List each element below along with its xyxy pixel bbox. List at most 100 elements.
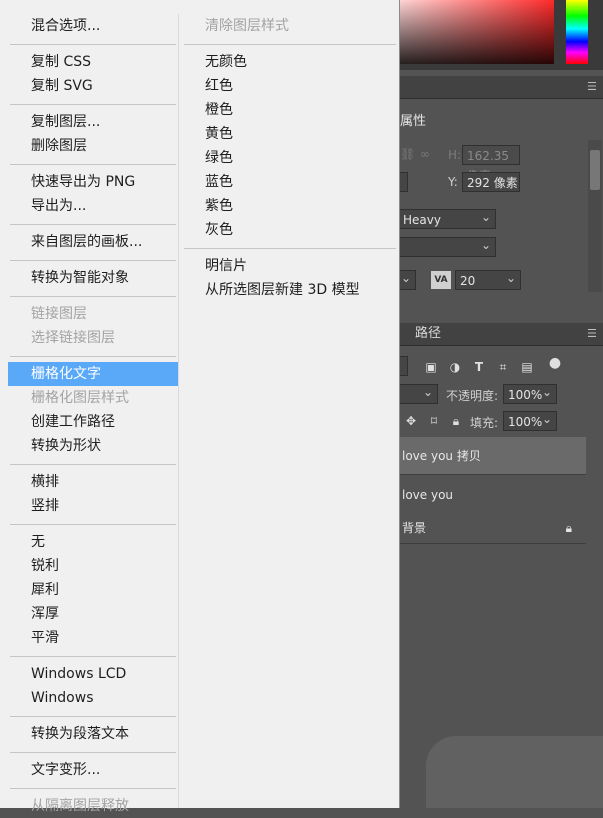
menu-item-convert-to-shape[interactable]: 转换为形状 — [31, 434, 101, 458]
filter-toggle-icon[interactable]: ● — [548, 356, 562, 370]
column-divider — [178, 14, 179, 808]
menu-item-delete-layer[interactable]: 删除图层 — [31, 134, 87, 158]
menu-item-antialias-sharp[interactable]: 锐利 — [31, 554, 59, 578]
opacity-label: 不透明度: — [446, 389, 499, 403]
menu-item-color-gray[interactable]: 灰色 — [205, 218, 233, 242]
menu-item-copy-css[interactable]: 复制 CSS — [31, 50, 91, 74]
lock-position-icon[interactable]: ✥ — [404, 414, 418, 428]
layer-lock-icon: 🔒︎ — [565, 521, 572, 535]
layer-row-selected[interactable]: love you 拷贝 — [400, 437, 586, 475]
menu-item-rasterize-layer-style: 栅格化图层样式 — [31, 390, 129, 406]
layer-context-menu: 混合选项... 复制 CSS 复制 SVG 复制图层... 删除图层 快速导出为… — [0, 0, 400, 814]
menu-item-release-from-isolation: 从隔离图层释放 — [31, 798, 129, 814]
adjustment-filter-icon[interactable]: ◑ — [448, 360, 462, 374]
menu-item-color-orange[interactable]: 橙色 — [205, 98, 233, 122]
menu-item-quick-export-png[interactable]: 快速导出为 PNG — [31, 170, 135, 194]
layer-name: love you 拷贝 — [402, 449, 481, 463]
menu-separator — [10, 752, 176, 753]
menu-item-copy-svg[interactable]: 复制 SVG — [31, 74, 93, 98]
menu-item-convert-paragraph-text[interactable]: 转换为段落文本 — [31, 722, 129, 746]
menu-item-antialias-strong[interactable]: 浑厚 — [31, 602, 59, 626]
link-dimensions-icon[interactable]: ⛓ — [400, 147, 415, 161]
kerning-value: 20 — [460, 274, 476, 288]
menu-item-warp-text[interactable]: 文字变形... — [31, 758, 100, 782]
image-filter-icon[interactable]: ▣ — [424, 360, 438, 374]
menu-item-export-as[interactable]: 导出为... — [31, 194, 86, 218]
tab-paths[interactable]: 路径 — [404, 323, 452, 345]
menu-separator — [10, 524, 176, 525]
menu-item-clear-layer-style: 清除图层样式 — [205, 18, 289, 34]
menu-item-link-layers: 链接图层 — [31, 306, 87, 322]
menu-item-horizontal[interactable]: 横排 — [31, 470, 59, 494]
menu-item-color-yellow[interactable]: 黄色 — [205, 122, 233, 146]
fill-field[interactable]: 100% — [503, 409, 557, 431]
height-label: H: — [448, 148, 462, 162]
font-size-select[interactable] — [398, 235, 496, 257]
menu-item-blending-options[interactable]: 混合选项... — [31, 14, 100, 38]
layer-name: love you — [402, 488, 454, 502]
lock-artboard-icon[interactable]: ⌑ — [427, 414, 441, 428]
menu-item-antialias-none[interactable]: 无 — [31, 530, 45, 554]
blend-mode-select[interactable] — [398, 382, 438, 404]
font-style-value: Heavy — [403, 213, 441, 227]
menu-separator — [10, 464, 176, 465]
menu-item-windows[interactable]: Windows — [31, 686, 94, 710]
menu-item-create-work-path[interactable]: 创建工作路径 — [31, 410, 115, 434]
smart-object-filter-icon[interactable]: ▤ — [520, 360, 534, 374]
menu-item-postcard[interactable]: 明信片 — [205, 254, 247, 278]
menu-separator — [10, 104, 176, 105]
y-label: Y: — [448, 175, 458, 189]
font-style-select[interactable]: Heavy — [398, 207, 496, 229]
menu-item-antialias-crisp[interactable]: 犀利 — [31, 578, 59, 602]
properties-title-label: 属性 — [400, 114, 427, 129]
properties-title: 属性 — [400, 110, 426, 129]
opacity-value: 100% — [508, 388, 543, 402]
menu-item-windows-lcd[interactable]: Windows LCD — [31, 662, 126, 686]
menu-separator — [10, 44, 176, 45]
opacity-field[interactable]: 100% — [503, 382, 557, 404]
menu-separator — [10, 656, 176, 657]
text-filter-icon[interactable]: T — [472, 360, 486, 374]
menu-separator — [10, 260, 176, 261]
properties-panel-header: ☰ — [400, 76, 603, 99]
menu-item-convert-smart-object[interactable]: 转换为智能对象 — [31, 266, 129, 290]
hue-slider[interactable] — [566, 0, 588, 64]
menu-item-color-none[interactable]: 无颜色 — [205, 50, 247, 74]
menu-item-color-red[interactable]: 红色 — [205, 74, 233, 98]
menu-item-select-linked-layers: 选择链接图层 — [31, 330, 115, 346]
menu-item-duplicate-layer[interactable]: 复制图层... — [31, 110, 100, 134]
menu-separator — [10, 296, 176, 297]
kerning-select[interactable]: 20 — [455, 268, 521, 290]
menu-item-color-violet[interactable]: 紫色 — [205, 194, 233, 218]
menu-separator — [10, 224, 176, 225]
menu-separator — [184, 44, 396, 45]
menu-item-color-green[interactable]: 绿色 — [205, 146, 233, 170]
menu-separator — [184, 248, 396, 249]
shape-filter-icon[interactable]: ⌗ — [496, 360, 510, 374]
leading-select[interactable] — [398, 268, 416, 290]
height-field[interactable]: 162.35 像素 — [462, 145, 520, 183]
menu-item-color-blue[interactable]: 蓝色 — [205, 170, 233, 194]
menu-separator — [10, 164, 176, 165]
menu-item-new-3d-model[interactable]: 从所选图层新建 3D 模型 — [205, 278, 360, 302]
menu-separator — [10, 716, 176, 717]
menu-item-vertical[interactable]: 竖排 — [31, 494, 59, 518]
fill-label: 填充: — [470, 416, 499, 430]
lock-all-icon[interactable]: 🔒︎ — [449, 414, 463, 428]
layers-panel-menu-icon[interactable]: ☰ — [587, 328, 597, 339]
properties-scroll-thumb[interactable] — [590, 150, 600, 190]
y-field[interactable]: 292 像素 — [462, 172, 520, 192]
layer-name: 背景 — [402, 521, 427, 535]
fill-value: 100% — [508, 415, 543, 429]
menu-item-antialias-smooth[interactable]: 平滑 — [31, 626, 59, 650]
decorative-blur — [426, 736, 603, 808]
menu-separator — [10, 788, 176, 789]
chain-icon[interactable]: ∞ — [420, 147, 430, 161]
layer-row-background[interactable]: 背景 🔒︎ — [400, 512, 586, 544]
panel-menu-icon[interactable]: ☰ — [587, 81, 597, 92]
kerning-icon: VA — [431, 271, 451, 289]
menu-item-artboard-from-layers[interactable]: 来自图层的画板... — [31, 230, 142, 254]
menu-item-rasterize-type[interactable]: 栅格化文字 — [8, 362, 178, 386]
menu-separator — [10, 356, 176, 357]
layer-row[interactable]: love you — [400, 476, 586, 514]
